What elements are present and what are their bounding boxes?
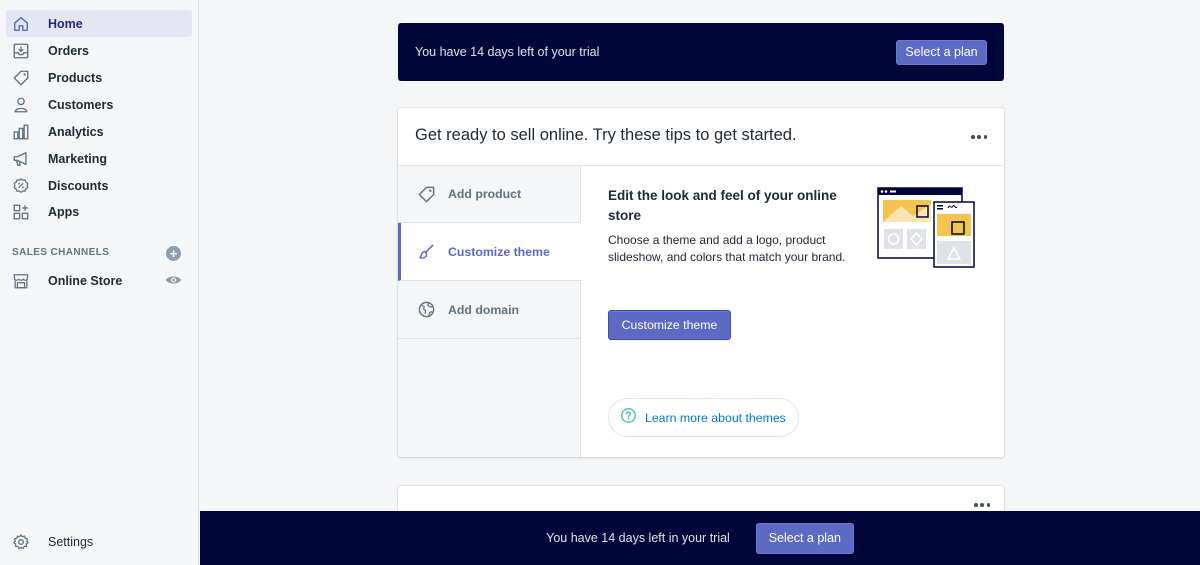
select-plan-button[interactable]: Select a plan [755, 522, 854, 554]
apps-icon [12, 203, 30, 221]
more-actions-icon[interactable] [974, 502, 990, 508]
bottom-trial-text: You have 14 days left in your trial [546, 531, 730, 545]
tips-card: Get ready to sell online. Try these tips… [398, 108, 1004, 457]
tab-add-domain[interactable]: Add domain [398, 281, 581, 339]
person-icon [12, 96, 30, 114]
panel-title: Edit the look and feel of your online st… [608, 188, 837, 223]
sidebar-item-discounts[interactable]: Discounts [6, 172, 192, 199]
sidebar-item-analytics[interactable]: Analytics [6, 118, 192, 145]
sidebar-item-label: Apps [48, 204, 80, 219]
tab-label: Customize theme [448, 244, 550, 259]
store-icon [12, 272, 30, 290]
more-actions-icon[interactable] [971, 134, 987, 140]
add-sales-channel-button[interactable]: + [166, 246, 181, 261]
customize-theme-button[interactable]: Customize theme [608, 310, 731, 340]
globe-icon [417, 300, 436, 319]
sidebar-item-label: Home [48, 16, 83, 31]
help-circle-icon [620, 407, 637, 429]
tab-customize-theme[interactable]: Customize theme [398, 223, 582, 281]
home-icon [12, 15, 30, 33]
sidebar-item-label: Customers [48, 97, 114, 112]
theme-illustration [876, 186, 976, 270]
tips-card-title: Get ready to sell online. Try these tips… [415, 126, 797, 144]
sidebar-item-label: Online Store [48, 273, 123, 288]
sidebar-item-settings[interactable]: Settings [6, 528, 192, 555]
bottom-trial-bar: You have 14 days left in your trial Sele… [200, 511, 1200, 565]
trial-banner: You have 14 days left of your trial Sele… [398, 23, 1004, 81]
learn-more-label: Learn more about themes [645, 410, 786, 425]
tag-icon [12, 69, 30, 87]
sidebar-item-orders[interactable]: Orders [6, 37, 192, 64]
plus-icon: + [169, 246, 178, 261]
sidebar-item-label: Analytics [48, 124, 104, 139]
sidebar-item-customers[interactable]: Customers [6, 91, 192, 118]
sidebar-item-label: Marketing [48, 151, 108, 166]
trial-banner-text: You have 14 days left of your trial [415, 45, 600, 59]
sidebar-item-home[interactable]: Home [6, 10, 192, 37]
sidebar-item-label: Products [48, 70, 103, 85]
sales-channels-header: SALES CHANNELS [12, 247, 110, 258]
tab-label: Add product [448, 187, 522, 201]
panel-description: Choose a theme and add a logo, product s… [608, 233, 846, 264]
sidebar-item-label: Discounts [48, 178, 109, 193]
view-store-eye-icon[interactable] [165, 273, 182, 287]
sidebar-item-label: Orders [48, 43, 89, 58]
learn-more-themes-link[interactable]: Learn more about themes [608, 398, 799, 437]
select-plan-button[interactable]: Select a plan [896, 39, 987, 65]
sidebar-item-marketing[interactable]: Marketing [6, 145, 192, 172]
brush-icon [417, 242, 436, 261]
tips-tab-list: Add product Customize theme Add domain [398, 166, 582, 457]
megaphone-icon [12, 150, 30, 168]
bar-chart-icon [12, 123, 30, 141]
sidebar: Home Orders Products Customers Analytics… [0, 0, 199, 565]
tag-icon [417, 185, 436, 204]
orders-icon [12, 42, 30, 60]
sidebar-item-label: Settings [48, 534, 94, 549]
tab-add-product[interactable]: Add product [398, 166, 581, 223]
tab-label: Add domain [448, 302, 520, 317]
discount-icon [12, 177, 30, 195]
sidebar-item-apps[interactable]: Apps [6, 198, 192, 225]
gear-icon [12, 533, 30, 551]
sidebar-item-products[interactable]: Products [6, 64, 192, 91]
